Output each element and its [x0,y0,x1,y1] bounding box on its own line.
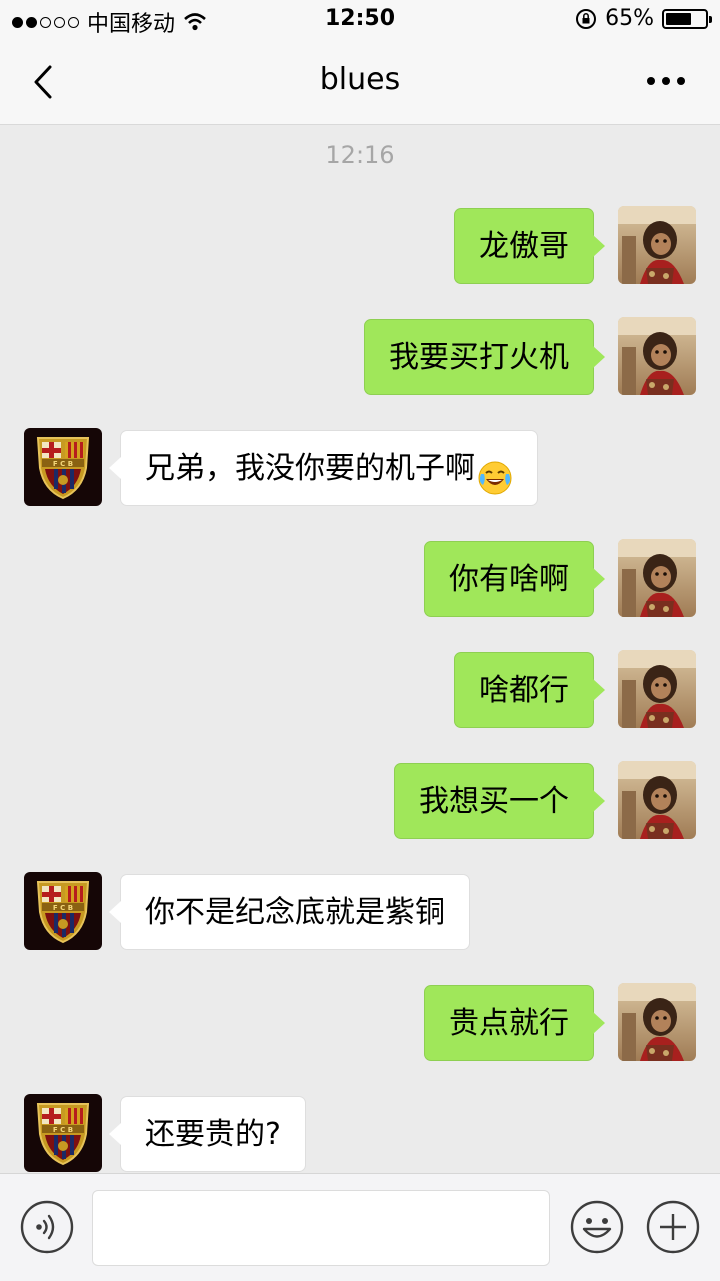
battery-percent: 65% [605,6,654,31]
message-text: 我要买打火机 [389,340,569,375]
my-avatar[interactable] [618,761,696,839]
plus-icon[interactable] [646,1200,700,1254]
message-bubble[interactable]: 我要买打火机 [364,319,605,395]
contact-avatar[interactable]: F C B [24,872,102,950]
message-bubble[interactable]: 龙傲哥 [454,208,605,284]
message-text: 兄弟，我没你要的机子啊 [145,451,475,486]
chat-title: blues [319,62,401,97]
my-avatar[interactable] [618,317,696,395]
svg-text:F C B: F C B [53,460,73,468]
message-text: 贵点就行 [449,1006,569,1041]
message-bubble[interactable]: 你不是纪念底就是紫铜 [109,874,470,950]
voice-icon[interactable] [20,1200,74,1254]
my-avatar[interactable] [618,539,696,617]
contact-avatar[interactable]: F C B [24,428,102,506]
message-text: 你不是纪念底就是紫铜 [145,895,445,930]
battery-fill [666,12,691,25]
my-avatar[interactable] [618,983,696,1061]
my-avatar[interactable] [618,206,696,284]
message-text: 我想买一个 [419,784,569,819]
svg-text:F C B: F C B [53,1126,73,1134]
status-right: 65% [575,6,712,31]
sent-message: 我想买一个 [0,761,720,841]
received-message: F C B 还要贵的? [0,1094,720,1173]
sent-message: 啥都行 [0,650,720,730]
message-bubble[interactable]: 还要贵的? [109,1096,306,1172]
message-bubble[interactable]: 你有啥啊 [424,541,605,617]
sent-message: 贵点就行 [0,983,720,1063]
my-avatar[interactable] [618,650,696,728]
received-message: F C B 兄弟，我没你要的机子啊 [0,428,720,508]
emoji-icon[interactable] [570,1200,624,1254]
chat-area[interactable]: 12:16 龙傲哥 我要买打火机 F C B 兄弟，我没你要的机子啊 你有啥啊 … [0,125,720,1173]
message-bubble[interactable]: 我想买一个 [394,763,605,839]
sent-message: 你有啥啊 [0,539,720,619]
laughing-crying-emoji [477,449,513,494]
message-text: 龙傲哥 [479,229,569,264]
battery-icon [662,8,712,29]
message-bubble[interactable]: 贵点就行 [424,985,605,1061]
message-text: 还要贵的? [145,1117,281,1152]
status-bar: 中国移动 12:50 65% [0,0,720,40]
received-message: F C B 你不是纪念底就是紫铜 [0,872,720,952]
input-bar [0,1173,720,1281]
message-text: 你有啥啊 [449,562,569,597]
message-bubble[interactable]: 兄弟，我没你要的机子啊 [109,430,538,506]
message-input[interactable] [92,1190,550,1266]
svg-text:F C B: F C B [53,904,73,912]
sent-message: 我要买打火机 [0,317,720,397]
more-dots-icon[interactable] [646,74,686,88]
contact-avatar[interactable]: F C B [24,1094,102,1172]
sent-message: 龙傲哥 [0,206,720,286]
message-bubble[interactable]: 啥都行 [454,652,605,728]
message-text: 啥都行 [479,673,569,708]
nav-bar: blues [0,40,720,125]
rotation-lock-icon [576,8,597,29]
message-timestamp: 12:16 [325,141,395,169]
